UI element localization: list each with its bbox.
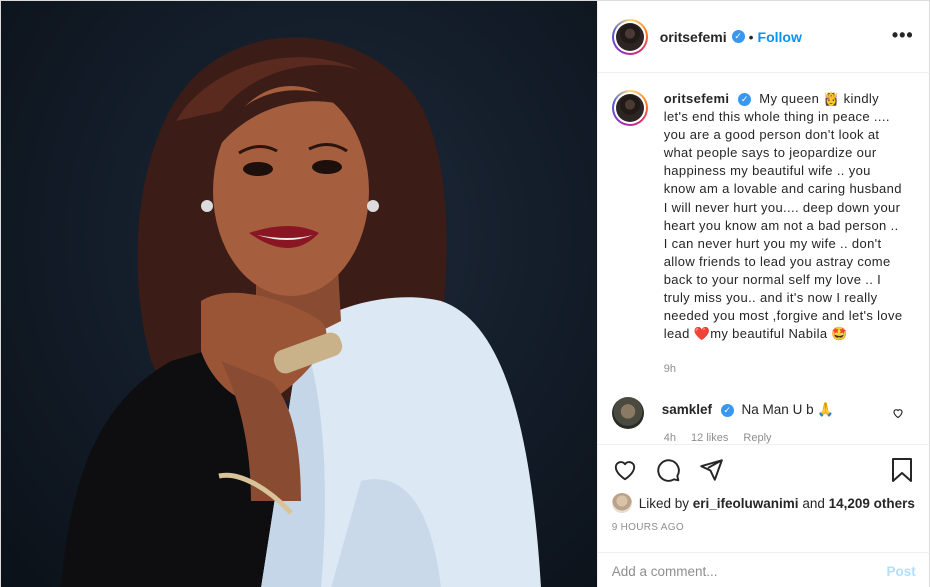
- caption-comment: oritsefemi ✓ My queen 👸 kindly let's end…: [611, 90, 904, 343]
- caption-time[interactable]: 9h: [664, 363, 676, 375]
- post-timestamp[interactable]: 9 HOURS AGO: [612, 522, 684, 533]
- add-comment-bar: Post: [597, 552, 930, 587]
- bookmark-icon[interactable]: [890, 457, 914, 483]
- comment-likes[interactable]: 12 likes: [691, 432, 728, 444]
- caption-text-block: oritsefemi ✓ My queen 👸 kindly let's end…: [664, 90, 904, 343]
- comment-row: samklef ✓ Na Man U b 🙏: [611, 397, 834, 429]
- liker-username[interactable]: eri_ifeoluwanimi: [693, 496, 799, 511]
- liker-avatar[interactable]: [611, 493, 632, 513]
- likes-and: and: [802, 495, 825, 511]
- caption-text: My queen 👸 kindly let's end this whole t…: [663, 91, 903, 342]
- author-username[interactable]: oritsefemi: [660, 29, 727, 45]
- caption-avatar[interactable]: [611, 90, 648, 126]
- comment-text-block: samklef ✓ Na Man U b 🙏: [662, 402, 834, 418]
- commenter-avatar[interactable]: [611, 397, 644, 429]
- post-header: oritsefemi ✓ • Follow •••: [597, 1, 930, 73]
- comment-like-heart-icon[interactable]: [892, 407, 904, 419]
- caption-username[interactable]: oritsefemi: [664, 91, 730, 106]
- comment-reply-button[interactable]: Reply: [743, 432, 771, 444]
- action-icons: [612, 457, 724, 483]
- verified-badge-icon: ✓: [731, 30, 745, 43]
- heart-icon[interactable]: [612, 457, 638, 483]
- add-comment-input[interactable]: [611, 563, 887, 579]
- author-avatar[interactable]: [611, 18, 648, 55]
- likes-summary: Liked by eri_ifeoluwanimi and 14,209 oth…: [611, 493, 915, 513]
- likes-prefix: Liked by: [638, 495, 690, 511]
- instagram-post-modal: oritsefemi ✓ • Follow ••• oritsefemi ✓ M…: [0, 0, 930, 587]
- more-options-icon[interactable]: •••: [892, 26, 914, 44]
- post-actions: Liked by eri_ifeoluwanimi and 14,209 oth…: [597, 444, 930, 587]
- comment-text: Na Man U b 🙏: [741, 402, 835, 417]
- portrait-illustration: [61, 37, 541, 587]
- caption-verified-icon: ✓: [738, 93, 752, 106]
- comment-time[interactable]: 4h: [664, 432, 676, 444]
- commenter-username[interactable]: samklef: [662, 402, 712, 417]
- comment-meta: 4h 12 likes Reply: [664, 432, 784, 444]
- follow-button[interactable]: Follow: [758, 29, 802, 45]
- commenter-verified-icon: ✓: [720, 404, 734, 417]
- likes-others-button[interactable]: 14,209 others: [829, 496, 915, 511]
- comment-icon[interactable]: [655, 457, 681, 483]
- post-side-panel: oritsefemi ✓ • Follow ••• oritsefemi ✓ M…: [596, 1, 930, 587]
- comments-section[interactable]: oritsefemi ✓ My queen 👸 kindly let's end…: [598, 74, 930, 444]
- post-comment-button[interactable]: Post: [886, 564, 915, 579]
- post-photo[interactable]: [1, 1, 597, 587]
- share-icon[interactable]: [698, 457, 724, 483]
- header-separator: •: [748, 28, 754, 45]
